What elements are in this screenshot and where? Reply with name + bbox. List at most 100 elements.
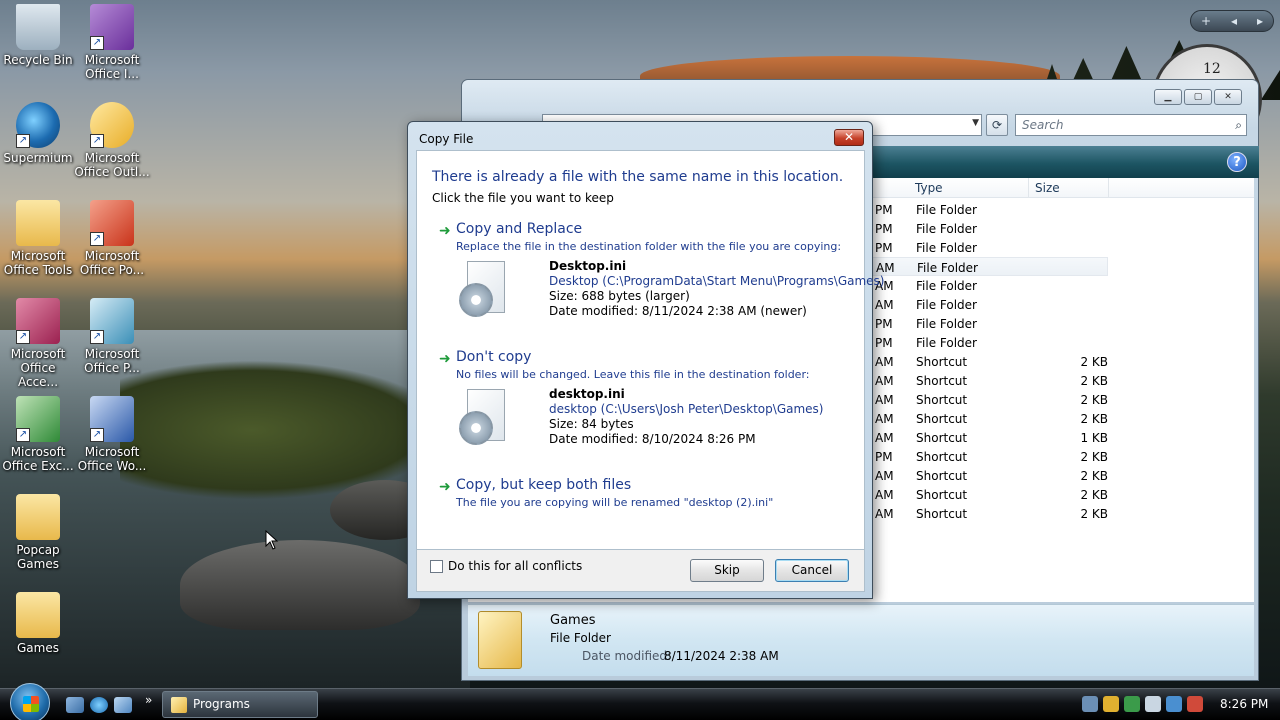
dialog-close-button[interactable]: ✕ xyxy=(834,129,864,146)
quick-launch-chevron-icon[interactable]: » xyxy=(145,693,152,707)
desktop-icon-powerpoint[interactable]: ↗ Microsoft Office Po... xyxy=(74,200,150,277)
option-title[interactable]: Don't copy xyxy=(456,349,531,365)
desktop-icon-office-i[interactable]: ↗ Microsoft Office I... xyxy=(74,4,150,81)
device-icon[interactable] xyxy=(1145,696,1161,712)
skip-button[interactable]: Skip xyxy=(690,559,764,582)
desktop-icon-popcap-games[interactable]: Popcap Games xyxy=(0,494,76,571)
publisher-icon: ↗ xyxy=(90,298,134,344)
checkbox-label[interactable]: Do this for all conflicts xyxy=(448,559,582,573)
system-clock[interactable]: 8:26 PM xyxy=(1220,697,1268,711)
dialog-body: There is already a file with the same na… xyxy=(416,150,884,550)
row-type: File Folder xyxy=(917,261,978,275)
desktop-icon-games[interactable]: Games xyxy=(0,592,76,655)
option-description: The file you are copying will be renamed… xyxy=(456,496,774,509)
desktop-icon-excel[interactable]: ↗ Microsoft Office Exc... xyxy=(0,396,76,473)
desktop-icon-recycle-bin[interactable]: Recycle Bin xyxy=(0,4,76,67)
update-icon[interactable] xyxy=(1124,696,1140,712)
row-type: File Folder xyxy=(916,279,977,293)
desktop-icon-office-tools[interactable]: Microsoft Office Tools xyxy=(0,200,76,277)
browser-icon: ↗ xyxy=(16,102,60,148)
window-controls: ▁ ▢ ✕ xyxy=(1154,89,1242,105)
file-size: Size: 688 bytes (larger) xyxy=(549,289,690,303)
security-shield-icon[interactable] xyxy=(1103,696,1119,712)
row-size: 2 KB xyxy=(1080,393,1108,407)
row-date-modified: AM xyxy=(875,412,894,426)
details-name: Games xyxy=(550,613,596,628)
green-arrow-icon: ➜ xyxy=(439,223,451,239)
switch-windows-icon[interactable] xyxy=(114,697,132,713)
network-connection-icon[interactable] xyxy=(1166,696,1182,712)
shortcut-arrow-icon: ↗ xyxy=(90,330,104,344)
volume-muted-icon[interactable] xyxy=(1187,696,1203,712)
desktop-icon-label: Popcap Games xyxy=(16,543,60,571)
column-divider[interactable] xyxy=(1028,178,1029,198)
next-gadget-button[interactable]: ▸ xyxy=(1257,14,1263,28)
dont-copy-option[interactable]: ➜ Don't copy No files will be changed. L… xyxy=(439,349,859,449)
row-type: File Folder xyxy=(916,336,977,350)
row-type: Shortcut xyxy=(916,507,968,521)
row-type: File Folder xyxy=(916,298,977,312)
file-path: desktop (C:\Users\Josh Peter\Desktop\Gam… xyxy=(549,402,824,416)
add-gadget-button[interactable]: + xyxy=(1201,14,1211,28)
row-size: 2 KB xyxy=(1080,450,1108,464)
file-date: Date modified: 8/11/2024 2:38 AM (newer) xyxy=(549,304,807,318)
row-type: Shortcut xyxy=(916,374,968,388)
access-icon: ↗ xyxy=(16,298,60,344)
row-size: 2 KB xyxy=(1080,507,1108,521)
desktop-icon-label: Microsoft Office Outl... xyxy=(74,151,150,179)
clock-numeral: 12 xyxy=(1203,61,1221,77)
option-description: Replace the file in the destination fold… xyxy=(456,240,842,253)
row-date-modified: AM xyxy=(875,488,894,502)
outlook-icon: ↗ xyxy=(90,102,134,148)
help-icon[interactable]: ? xyxy=(1227,152,1247,172)
option-title[interactable]: Copy, but keep both files xyxy=(456,477,631,493)
file-date: Date modified: 8/10/2024 8:26 PM xyxy=(549,432,756,446)
prev-gadget-button[interactable]: ◂ xyxy=(1231,14,1237,28)
do-this-for-all-checkbox[interactable] xyxy=(430,560,443,573)
desktop-icon-access[interactable]: ↗ Microsoft Office Acce... xyxy=(0,298,76,389)
desktop-icon-label: Microsoft Office Tools xyxy=(3,249,73,277)
row-date-modified: PM xyxy=(875,222,893,236)
details-date-value: 8/11/2024 2:38 AM xyxy=(664,649,779,663)
word-icon: ↗ xyxy=(90,396,134,442)
row-date-modified: PM xyxy=(875,317,893,331)
browser-icon[interactable] xyxy=(90,697,108,713)
start-button[interactable] xyxy=(10,683,50,720)
minimize-button[interactable]: ▁ xyxy=(1154,89,1182,105)
column-header-size[interactable]: Size xyxy=(1035,181,1060,195)
keep-both-option[interactable]: ➜ Copy, but keep both files The file you… xyxy=(439,477,859,517)
network-icon[interactable] xyxy=(1082,696,1098,712)
desktop-icon-label: Microsoft Office Po... xyxy=(79,249,145,277)
option-title[interactable]: Copy and Replace xyxy=(456,221,582,237)
shortcut-arrow-icon: ↗ xyxy=(16,428,30,442)
file-size: Size: 84 bytes xyxy=(549,417,634,431)
desktop-icon-supermium[interactable]: ↗ Supermium xyxy=(0,102,76,165)
row-type: Shortcut xyxy=(916,355,968,369)
row-date-modified: AM xyxy=(876,261,895,275)
desktop-icon-outlook[interactable]: ↗ Microsoft Office Outl... xyxy=(74,102,150,179)
search-input[interactable]: Search ⌕ xyxy=(1015,114,1247,136)
column-divider[interactable] xyxy=(1108,178,1109,198)
row-size: 2 KB xyxy=(1080,488,1108,502)
copy-and-replace-option[interactable]: ➜ Copy and Replace Replace the file in t… xyxy=(439,221,884,321)
row-date-modified: PM xyxy=(875,241,893,255)
show-desktop-icon[interactable] xyxy=(66,697,84,713)
column-header-type[interactable]: Type xyxy=(915,181,943,195)
row-date-modified: PM xyxy=(875,450,893,464)
dialog-title: Copy File xyxy=(419,132,474,146)
desktop-icon-word[interactable]: ↗ Microsoft Office Wo... xyxy=(74,396,150,473)
office-icon: ↗ xyxy=(90,4,134,50)
cancel-button[interactable]: Cancel xyxy=(775,559,849,582)
row-type: File Folder xyxy=(916,241,977,255)
windows-logo-icon xyxy=(23,696,39,712)
row-type: Shortcut xyxy=(916,450,968,464)
chevron-down-icon[interactable]: ▼ xyxy=(972,118,979,128)
search-placeholder: Search xyxy=(1022,118,1064,132)
search-icon[interactable]: ⌕ xyxy=(1235,115,1242,135)
row-date-modified: AM xyxy=(875,374,894,388)
close-button[interactable]: ✕ xyxy=(1214,89,1242,105)
refresh-button[interactable]: ⟳ xyxy=(986,114,1008,136)
taskbar-button-programs[interactable]: Programs xyxy=(162,691,318,718)
desktop-icon-publisher[interactable]: ↗ Microsoft Office P... xyxy=(74,298,150,375)
maximize-button[interactable]: ▢ xyxy=(1184,89,1212,105)
